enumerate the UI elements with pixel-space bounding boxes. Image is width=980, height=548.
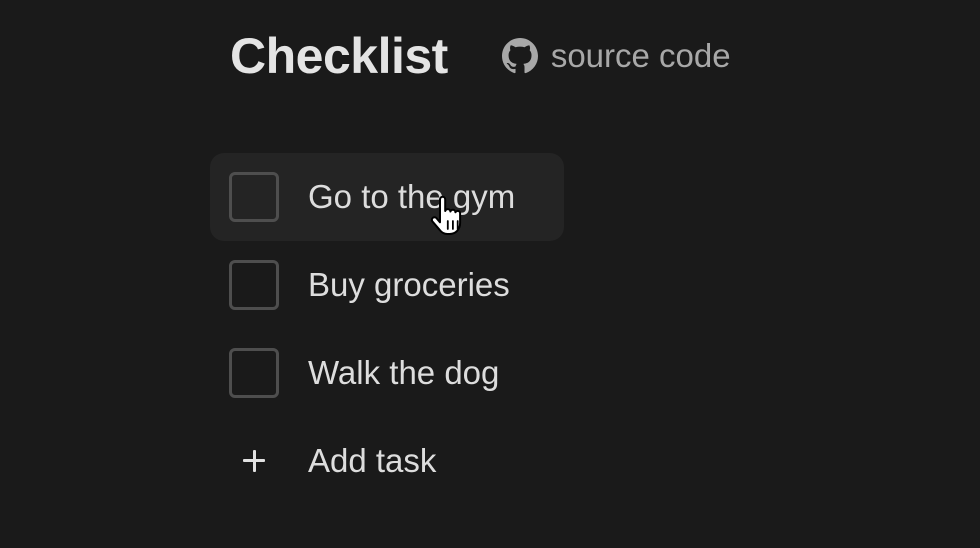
header: Checklist source code [230, 24, 731, 88]
task-list: Go to the gym Buy groceries Walk the dog… [210, 153, 570, 505]
plus-icon [229, 436, 279, 486]
task-checkbox[interactable] [229, 348, 279, 398]
task-item[interactable]: Buy groceries [210, 241, 570, 329]
add-task-button[interactable]: Add task [210, 417, 570, 505]
github-icon [501, 38, 538, 74]
task-checkbox[interactable] [229, 260, 279, 310]
task-label: Buy groceries [308, 266, 510, 303]
page-title: Checklist [230, 28, 448, 84]
task-label: Walk the dog [308, 354, 500, 391]
task-label: Go to the gym [308, 178, 516, 215]
task-item[interactable]: Go to the gym [210, 153, 570, 241]
add-task-label: Add task [308, 442, 437, 479]
checklist-page: Checklist source code Go to the gym Buy … [0, 0, 980, 548]
source-code-link[interactable]: source code [501, 37, 731, 75]
task-checkbox[interactable] [229, 172, 279, 222]
source-code-label: source code [550, 37, 731, 74]
task-item[interactable]: Walk the dog [210, 329, 570, 417]
